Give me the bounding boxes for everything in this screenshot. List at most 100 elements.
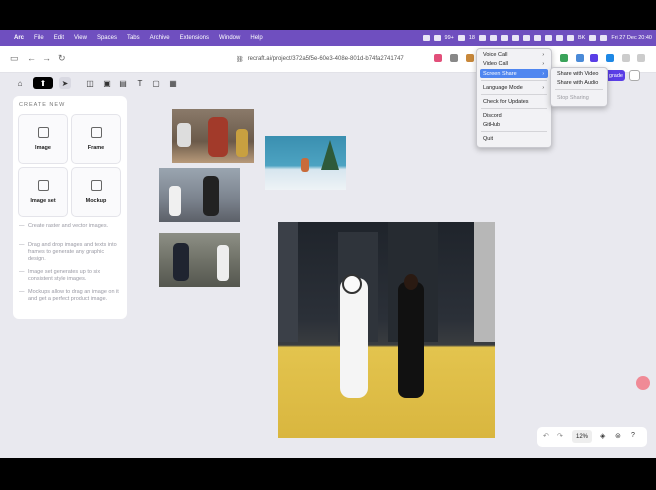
control-center-icon[interactable] — [600, 35, 608, 41]
text-icon[interactable]: T — [134, 77, 146, 89]
url-text: recraft.ai/project/372a5f5e-60e3-408e-80… — [247, 56, 404, 62]
menu-archive[interactable]: Archive — [150, 35, 170, 41]
menu-separator — [481, 131, 547, 132]
canvas-image-robot-runner[interactable] — [159, 168, 240, 222]
notification-count-badge: 99+ — [444, 35, 454, 41]
zoom-level[interactable]: 12% — [572, 430, 592, 443]
submenu-stop-sharing: Stop Sharing — [557, 94, 589, 101]
menu-separator — [481, 108, 547, 109]
layers-icon[interactable]: ◈ — [600, 432, 605, 440]
image-icon[interactable]: ◫ — [84, 77, 96, 89]
help-icon[interactable]: ? — [631, 432, 635, 439]
extension-icon[interactable] — [466, 54, 474, 62]
menu-separator — [481, 94, 547, 95]
canvas-image-snow[interactable] — [265, 136, 346, 190]
image-icon — [38, 127, 49, 138]
menu-separator — [481, 80, 547, 81]
menu-bar: Arc File Edit View Spaces Tabs Archive E… — [0, 30, 656, 46]
headphones-icon[interactable] — [511, 35, 519, 41]
card-label: Image — [35, 145, 51, 151]
create-frame-card[interactable]: Frame — [71, 114, 121, 164]
menu-item-github[interactable]: GitHub — [480, 120, 548, 129]
undo-icon[interactable]: ↶ — [543, 432, 549, 440]
status-dropdown-menu: Voice Call › Video Call › Screen Share › La… — [476, 48, 552, 148]
shirt-icon — [91, 180, 102, 191]
menu-tabs[interactable]: Tabs — [127, 35, 140, 41]
app-icon[interactable] — [500, 35, 508, 41]
menu-item-discord[interactable]: Discord — [480, 111, 548, 120]
forward-icon[interactable]: → — [42, 53, 51, 63]
check-icon[interactable] — [457, 35, 465, 41]
card-label: Frame — [87, 145, 105, 151]
settings-icon[interactable]: ⊜ — [615, 432, 621, 440]
extension-icon[interactable] — [590, 54, 598, 62]
chat-icon[interactable] — [422, 35, 430, 41]
menu-window[interactable]: Window — [219, 35, 240, 41]
menu-file[interactable]: File — [34, 35, 44, 41]
url-bar[interactable]: ⛓ recraft.ai/project/372a5f5e-60e3-408e-… — [236, 52, 436, 66]
search-icon[interactable] — [589, 35, 597, 41]
panel-title: CREATE NEW — [19, 102, 66, 108]
split-view-icon[interactable] — [637, 54, 645, 62]
avatar[interactable] — [629, 70, 640, 81]
tip-text: Drag and drop images and texts into fram… — [19, 242, 123, 263]
canvas-image-main[interactable] — [278, 222, 495, 438]
pointer-icon[interactable]: ➤ — [59, 77, 71, 89]
tip-text: Mockups allow to drag an image on it and… — [19, 289, 123, 303]
extension-icon[interactable] — [576, 54, 584, 62]
home-icon[interactable]: ⌂ — [14, 77, 26, 89]
canvas-image-robots[interactable] — [172, 109, 254, 163]
reload-icon[interactable]: ↻ — [58, 53, 66, 64]
battery-icon[interactable] — [566, 35, 574, 41]
card-label: Image set — [30, 198, 56, 204]
submenu-share-video[interactable]: Share with Video — [554, 69, 604, 78]
frame-icon[interactable]: ▣ — [101, 77, 113, 89]
more-icon[interactable]: ▦ — [167, 77, 179, 89]
extension-icon[interactable] — [560, 54, 568, 62]
link-icon: ⛓ — [236, 56, 244, 63]
extension-icon[interactable] — [450, 54, 458, 62]
wifi-icon[interactable] — [544, 35, 552, 41]
clock[interactable]: Fri 27 Dec 20:40 — [611, 35, 652, 41]
menu-edit[interactable]: Edit — [54, 35, 64, 41]
menu-item-language-mode[interactable]: Language Mode › — [480, 83, 548, 92]
wechat-icon[interactable] — [433, 35, 441, 41]
menu-extensions[interactable]: Extensions — [180, 35, 209, 41]
submenu-share-audio[interactable]: Share with Audio — [554, 78, 604, 87]
app-screen: Arc File Edit View Spaces Tabs Archive E… — [0, 30, 656, 458]
create-image-set-card[interactable]: Image set — [18, 167, 68, 217]
upgrade-label: grade — [608, 72, 623, 79]
control-icon[interactable] — [533, 35, 541, 41]
bluetooth-icon[interactable] — [555, 35, 563, 41]
battery-text: BK — [577, 35, 586, 41]
chat-bubble-icon[interactable] — [636, 376, 650, 390]
select-tool-icon[interactable]: ⬆ — [33, 77, 53, 89]
frame-icon — [91, 127, 102, 138]
create-mockup-card[interactable]: Mockup — [71, 167, 121, 217]
menu-arc[interactable]: Arc — [14, 35, 24, 41]
menu-view[interactable]: View — [74, 35, 87, 41]
back-icon[interactable]: ← — [27, 53, 36, 63]
create-image-card[interactable]: Image — [18, 114, 68, 164]
comment-icon[interactable]: ▢ — [150, 77, 162, 89]
menu-item-video-call[interactable]: Video Call › — [480, 59, 548, 68]
mockup-icon[interactable]: ▤ — [117, 77, 129, 89]
sidebar-toggle-icon[interactable]: ▭ — [10, 53, 19, 64]
extension-icon[interactable] — [622, 54, 630, 62]
extension-icon[interactable] — [434, 54, 442, 62]
canvas-image-man-robot[interactable] — [159, 233, 240, 287]
menu-separator — [555, 89, 603, 90]
menu-help[interactable]: Help — [250, 35, 262, 41]
extension-icon[interactable] — [606, 54, 614, 62]
menu-item-screen-share[interactable]: Screen Share › — [480, 69, 548, 78]
menu-item-quit[interactable]: Quit — [480, 134, 548, 143]
chart-icon[interactable] — [522, 35, 530, 41]
redo-icon[interactable]: ↷ — [557, 432, 563, 440]
screen-share-submenu: Share with Video Share with Audio Stop S… — [550, 67, 608, 107]
menu-item-check-updates[interactable]: Check for Updates — [480, 97, 548, 106]
menu-spaces[interactable]: Spaces — [97, 35, 117, 41]
shield-icon[interactable] — [478, 35, 486, 41]
status-area: 99+ 18 BK Fri 27 Dec 20:40 — [422, 30, 652, 46]
box-icon[interactable] — [489, 35, 497, 41]
menu-item-voice-call[interactable]: Voice Call › — [480, 50, 548, 59]
